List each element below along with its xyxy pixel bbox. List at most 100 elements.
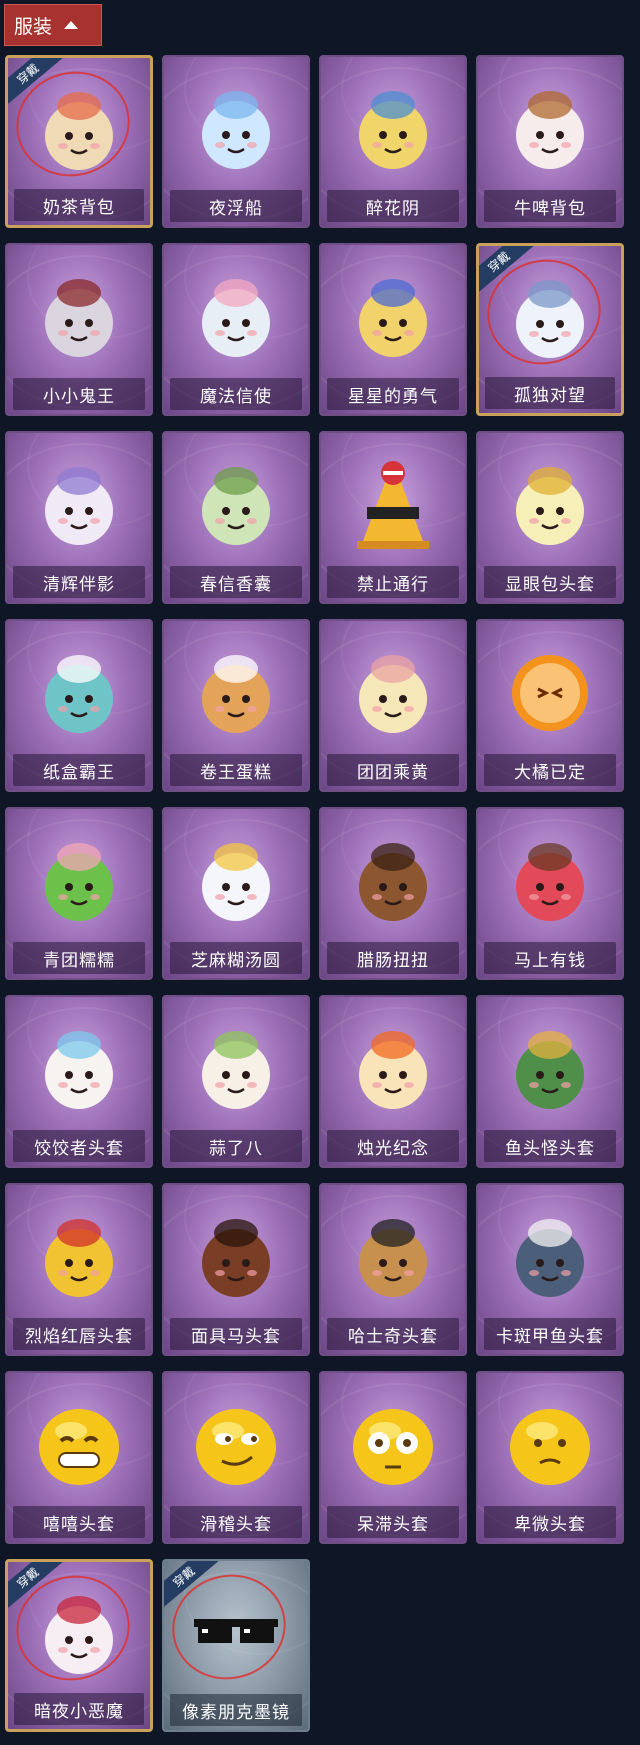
item-name: 卷王蛋糕 bbox=[170, 754, 302, 786]
chevron-up-icon bbox=[64, 21, 79, 29]
item-name: 醉花阴 bbox=[327, 190, 459, 222]
item-card[interactable]: 星星的勇气 bbox=[319, 243, 467, 416]
humble-emoji-icon bbox=[502, 1391, 598, 1495]
item-name: 魔法信使 bbox=[170, 378, 302, 410]
fluffy-bun-icon bbox=[345, 639, 441, 743]
dog-head-icon bbox=[345, 827, 441, 931]
item-card[interactable]: 醉花阴 bbox=[319, 55, 467, 228]
item-name: 纸盒霸王 bbox=[13, 754, 145, 786]
item-card[interactable]: 烛光纪念 bbox=[319, 995, 467, 1168]
no-entry-cone-icon bbox=[345, 451, 441, 555]
item-name: 芝麻糊汤圆 bbox=[170, 942, 302, 974]
item-name: 大橘已定 bbox=[484, 754, 616, 786]
smirk-emoji-icon bbox=[188, 1391, 284, 1495]
item-card[interactable]: 小小鬼王 bbox=[5, 243, 153, 416]
item-name: 牛啤背包 bbox=[484, 190, 616, 222]
elephant-icon bbox=[188, 263, 284, 367]
green-sachet-icon bbox=[188, 451, 284, 555]
item-card[interactable]: 卑微头套 bbox=[476, 1371, 624, 1544]
tangyuan-icon bbox=[188, 827, 284, 931]
item-name: 孤独对望 bbox=[485, 377, 615, 409]
item-name: 嘻嘻头套 bbox=[13, 1506, 145, 1538]
green-mochi-icon bbox=[31, 827, 127, 931]
item-card[interactable]: 显眼包头套 bbox=[476, 431, 624, 604]
item-grid: 穿戴 奶茶背包 夜浮船 醉花阴 牛啤背包小小鬼王 魔法信使 星星的勇气 穿戴 孤独对望清辉伴影春… bbox=[5, 55, 624, 1732]
item-name: 星星的勇气 bbox=[327, 378, 459, 410]
item-card[interactable]: 卡斑甲鱼头套 bbox=[476, 1183, 624, 1356]
yellow-mask-icon bbox=[31, 1203, 127, 1307]
item-card[interactable]: 魔法信使 bbox=[162, 243, 310, 416]
stare-emoji-icon bbox=[345, 1391, 441, 1495]
item-card[interactable]: 纸盒霸王 bbox=[5, 619, 153, 792]
item-card[interactable]: 夜浮船 bbox=[162, 55, 310, 228]
jellyfish-charm-icon bbox=[188, 75, 284, 179]
item-name: 马上有钱 bbox=[484, 942, 616, 974]
item-card[interactable]: 大橘已定 bbox=[476, 619, 624, 792]
item-card[interactable]: 清辉伴影 bbox=[5, 431, 153, 604]
fish-head-icon bbox=[502, 1015, 598, 1119]
item-card[interactable]: 芝麻糊汤圆 bbox=[162, 807, 310, 980]
item-card[interactable]: 烈焰红唇头套 bbox=[5, 1183, 153, 1356]
dumpling-cloud-icon bbox=[31, 1015, 127, 1119]
roll-cake-icon bbox=[188, 639, 284, 743]
box-dino-icon bbox=[31, 639, 127, 743]
item-name: 卑微头套 bbox=[484, 1506, 616, 1538]
orange-slice-icon bbox=[502, 639, 598, 743]
item-name: 青团糯糯 bbox=[13, 942, 145, 974]
item-name: 春信香囊 bbox=[170, 566, 302, 598]
husky-head-icon bbox=[345, 1203, 441, 1307]
item-name: 夜浮船 bbox=[170, 190, 302, 222]
item-name: 哈士奇头套 bbox=[327, 1318, 459, 1350]
item-name: 面具马头套 bbox=[170, 1318, 302, 1350]
horse-mask-icon bbox=[188, 1203, 284, 1307]
item-name: 烈焰红唇头套 bbox=[13, 1318, 145, 1350]
item-card[interactable]: 穿戴 奶茶背包 bbox=[5, 55, 153, 228]
item-card[interactable]: 青团糯糯 bbox=[5, 807, 153, 980]
chibi-ghost-king-icon bbox=[31, 263, 127, 367]
item-card[interactable]: 禁止通行 bbox=[319, 431, 467, 604]
item-card[interactable]: 穿戴 孤独对望 bbox=[476, 243, 624, 416]
item-name: 显眼包头套 bbox=[484, 566, 616, 598]
item-name: 滑稽头套 bbox=[170, 1506, 302, 1538]
item-card[interactable]: 哈士奇头套 bbox=[319, 1183, 467, 1356]
item-card[interactable]: 饺饺者头套 bbox=[5, 995, 153, 1168]
seal-head-icon bbox=[502, 1203, 598, 1307]
item-name: 奶茶背包 bbox=[14, 189, 144, 221]
item-name: 卡斑甲鱼头套 bbox=[484, 1318, 616, 1350]
item-card[interactable]: 滑稽头套 bbox=[162, 1371, 310, 1544]
item-card[interactable]: 穿戴 像素朋克墨镜 bbox=[162, 1559, 310, 1732]
item-name: 禁止通行 bbox=[327, 566, 459, 598]
item-card[interactable]: 鱼头怪头套 bbox=[476, 995, 624, 1168]
item-name: 小小鬼王 bbox=[13, 378, 145, 410]
item-card[interactable]: 腊肠扭扭 bbox=[319, 807, 467, 980]
item-card[interactable]: 卷王蛋糕 bbox=[162, 619, 310, 792]
lightbulb-head-icon bbox=[502, 451, 598, 555]
item-card[interactable]: 蒜了八 bbox=[162, 995, 310, 1168]
item-card[interactable]: 马上有钱 bbox=[476, 807, 624, 980]
item-name: 烛光纪念 bbox=[327, 1130, 459, 1162]
item-card[interactable]: 牛啤背包 bbox=[476, 55, 624, 228]
item-name: 蒜了八 bbox=[170, 1130, 302, 1162]
item-name: 腊肠扭扭 bbox=[327, 942, 459, 974]
cow-barrel-icon bbox=[502, 75, 598, 179]
star-chibi-icon bbox=[345, 263, 441, 367]
item-card[interactable]: 呆滞头套 bbox=[319, 1371, 467, 1544]
outfit-tab-label: 服装 bbox=[14, 15, 53, 38]
item-card[interactable]: 面具马头套 bbox=[162, 1183, 310, 1356]
pink-horse-icon bbox=[502, 827, 598, 931]
item-card[interactable]: 穿戴 暗夜小恶魔 bbox=[5, 1559, 153, 1732]
item-name: 鱼头怪头套 bbox=[484, 1130, 616, 1162]
item-name: 团团乘黄 bbox=[327, 754, 459, 786]
garlic-icon bbox=[188, 1015, 284, 1119]
dreamcatcher-icon bbox=[345, 75, 441, 179]
horned-chibi-icon bbox=[31, 451, 127, 555]
item-name: 清辉伴影 bbox=[13, 566, 145, 598]
item-card[interactable]: 团团乘黄 bbox=[319, 619, 467, 792]
item-card[interactable]: 嘻嘻头套 bbox=[5, 1371, 153, 1544]
item-name: 像素朋克墨镜 bbox=[170, 1694, 302, 1726]
item-name: 暗夜小恶魔 bbox=[14, 1693, 144, 1725]
item-name: 饺饺者头套 bbox=[13, 1130, 145, 1162]
outfit-tab[interactable]: 服装 bbox=[4, 4, 102, 46]
item-card[interactable]: 春信香囊 bbox=[162, 431, 310, 604]
item-name: 呆滞头套 bbox=[327, 1506, 459, 1538]
